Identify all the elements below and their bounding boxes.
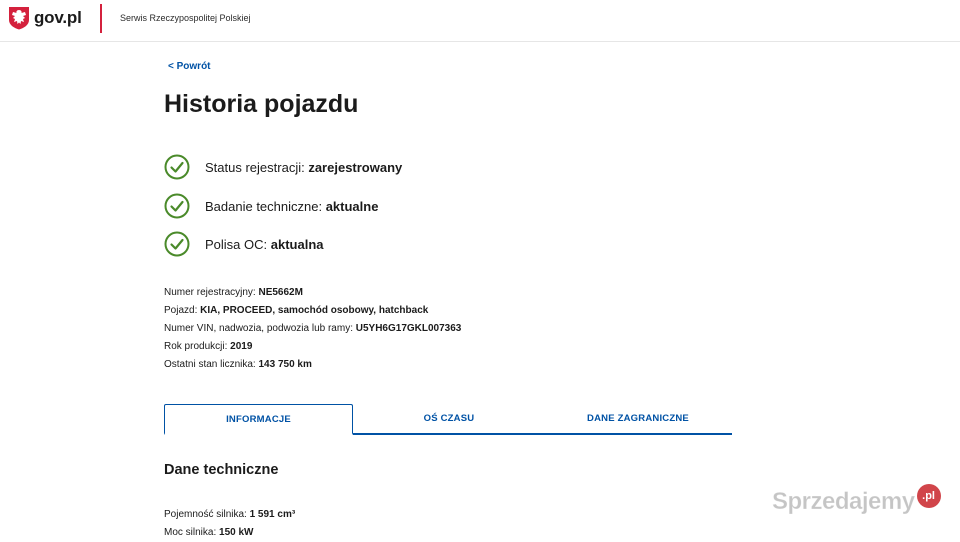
tab-os-czasu[interactable]: OŚ CZASU [369, 404, 529, 433]
sprzedajemy-watermark: Sprzedajemy .pl [772, 482, 941, 522]
tab-informacje[interactable]: INFORMACJE [164, 404, 353, 435]
engine-capacity-row: Pojemność silnika: 1 591 cm³ [164, 506, 295, 524]
top-bar: gov.pl Serwis Rzeczypospolitej Polskiej [0, 0, 960, 42]
engine-power-row: Moc silnika: 150 kW [164, 524, 295, 542]
polish-eagle-emblem-icon [9, 7, 29, 30]
status-value: aktualne [325, 198, 379, 214]
status-label: Badanie techniczne: [205, 198, 326, 214]
status-label: Status rejestracji: [205, 159, 309, 175]
status-value: aktualna [270, 236, 324, 252]
spec-value: 150 kW [219, 527, 254, 538]
registration-number-row: Numer rejestracyjny: NE5662M [164, 284, 461, 302]
service-name: Serwis Rzeczypospolitej Polskiej [120, 13, 251, 23]
vehicle-model-row: Pojazd: KIA, PROCEED, samochód osobowy, … [164, 302, 461, 320]
vin-row: Numer VIN, nadwozia, podwozia lub ramy: … [164, 320, 461, 338]
fact-value: NE5662M [258, 287, 303, 298]
odometer-row: Ostatni stan licznika: 143 750 km [164, 356, 461, 374]
status-value: zarejestrowany [308, 159, 403, 175]
status-technical-inspection: Badanie techniczne: aktualne [164, 193, 378, 219]
fact-value: 143 750 km [258, 359, 312, 370]
tab-dane-zagraniczne[interactable]: DANE ZAGRANICZNE [544, 404, 732, 433]
check-circle-icon [164, 193, 190, 219]
spec-value: 1 591 cm³ [249, 509, 296, 520]
fact-label: Pojazd: [164, 305, 201, 316]
fact-value: KIA, PROCEED, samochód osobowy, hatchbac… [200, 305, 429, 316]
status-label: Polisa OC: [205, 236, 271, 252]
watermark-text: Sprzedajemy [772, 488, 916, 516]
page-title: Historia pojazdu [164, 90, 359, 118]
back-link[interactable]: < Powrót [168, 61, 211, 72]
technical-data-heading: Dane techniczne [164, 462, 279, 478]
production-year-row: Rok produkcji: 2019 [164, 338, 461, 356]
fact-value: U5YH6G17GKL007363 [355, 323, 462, 334]
fact-label: Ostatni stan licznika: [164, 359, 259, 370]
spec-label: Pojemność silnika: [164, 509, 250, 520]
check-circle-icon [164, 154, 190, 180]
fact-label: Rok produkcji: [164, 341, 231, 352]
spec-label: Moc silnika: [164, 527, 220, 538]
status-insurance-oc: Polisa OC: aktualna [164, 231, 324, 257]
check-circle-icon [164, 231, 190, 257]
vehicle-details: Numer rejestracyjny: NE5662M Pojazd: KIA… [164, 284, 461, 374]
header-divider [100, 4, 102, 33]
tab-bar: INFORMACJE OŚ CZASU DANE ZAGRANICZNE [164, 404, 732, 435]
fact-label: Numer rejestracyjny: [164, 287, 259, 298]
watermark-badge: .pl [916, 484, 941, 508]
status-registration: Status rejestracji: zarejestrowany [164, 154, 402, 180]
fact-label: Numer VIN, nadwozia, podwozia lub ramy: [164, 323, 356, 334]
gov-pl-logo-link[interactable]: gov.pl [34, 8, 82, 28]
fact-value: 2019 [230, 341, 253, 352]
